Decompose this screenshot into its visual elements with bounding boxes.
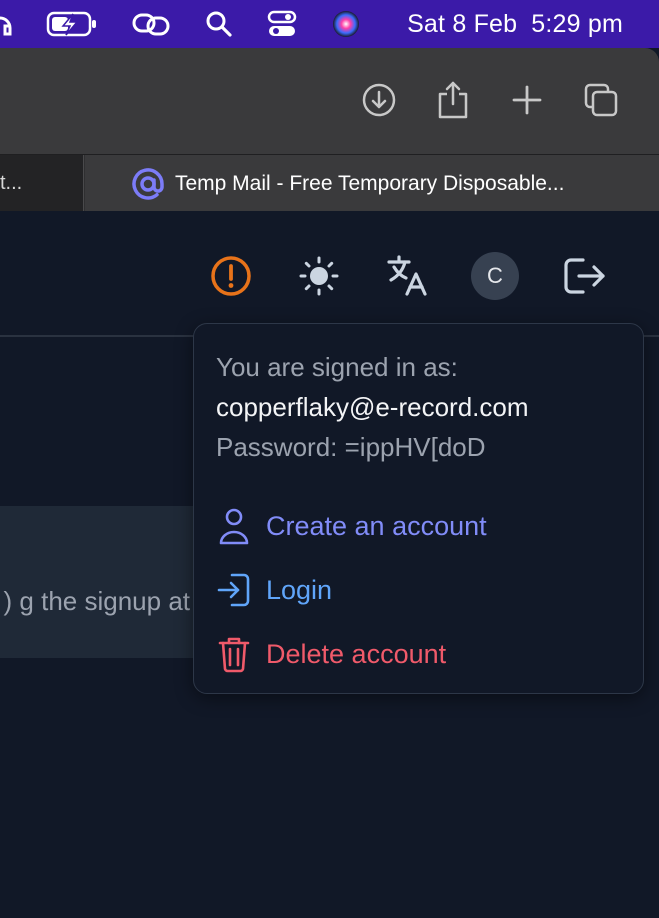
tab-temp-mail-title: Temp Mail - Free Temporary Disposable... (175, 171, 565, 195)
at-sign-icon (131, 167, 165, 201)
password-label: Password: (216, 432, 338, 462)
new-tab-icon[interactable] (507, 78, 547, 122)
download-icon[interactable] (359, 78, 399, 122)
macos-menubar: Sat 8 Feb 5:29 pm (0, 0, 659, 48)
search-icon[interactable] (204, 0, 234, 48)
password-value: =ippHV[doD (344, 432, 486, 462)
login-icon (216, 568, 252, 612)
browser-chrome: t... Temp Mail - Free Temporary Disposab… (0, 48, 659, 212)
account-email: copperflaky@e-record.com (216, 392, 529, 422)
logout-icon[interactable] (559, 251, 609, 301)
create-account-button[interactable]: Create an account (216, 504, 487, 548)
headphones-icon[interactable] (0, 0, 12, 48)
page-header: C (0, 211, 659, 337)
signed-in-label: You are signed in as: (216, 352, 458, 382)
control-center-icon[interactable] (266, 0, 298, 48)
menubar-clock[interactable]: Sat 8 Feb 5:29 pm (407, 0, 623, 48)
battery-charging-icon[interactable] (46, 0, 98, 48)
translate-icon[interactable] (382, 251, 432, 301)
link-icon[interactable] (130, 0, 172, 48)
tab-temp-mail[interactable]: Temp Mail - Free Temporary Disposable... (85, 155, 659, 212)
tab-overview-icon[interactable] (581, 78, 621, 122)
user-icon (216, 504, 252, 548)
account-dropdown: You are signed in as: copperflaky@e-reco… (193, 323, 644, 694)
siri-icon[interactable] (330, 0, 362, 48)
tab-previous[interactable]: t... (0, 155, 84, 212)
avatar-letter: C (471, 252, 519, 300)
delete-account-button[interactable]: Delete account (216, 632, 446, 676)
delete-account-label: Delete account (266, 638, 447, 669)
alert-icon[interactable] (206, 251, 256, 301)
menubar-time: 5:29 pm (531, 9, 623, 38)
browser-toolbar (359, 78, 621, 122)
info-banner-text: g the signup at ( (3, 586, 190, 616)
share-icon[interactable] (433, 78, 473, 122)
account-password: Password: =ippHV[doD (216, 432, 486, 463)
info-banner: g the signup at ( (0, 506, 200, 658)
menubar-date: Sat 8 Feb (407, 9, 518, 38)
tab-previous-title: t... (0, 172, 23, 194)
sun-icon[interactable] (294, 251, 344, 301)
create-account-label: Create an account (266, 510, 487, 541)
trash-icon (216, 632, 252, 676)
avatar[interactable]: C (470, 251, 520, 301)
login-label: Login (266, 574, 333, 605)
tab-bar: t... Temp Mail - Free Temporary Disposab… (0, 154, 659, 212)
login-button[interactable]: Login (216, 568, 332, 612)
